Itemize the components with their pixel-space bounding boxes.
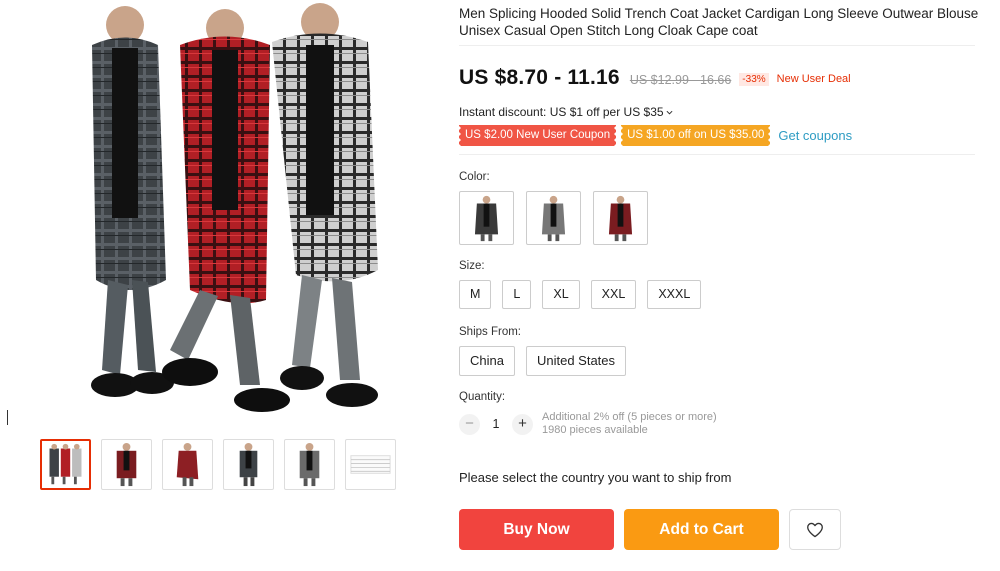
buy-now-button[interactable]: Buy Now [459,509,614,550]
black-coat-icon [474,195,499,242]
product-info-panel: Men Splicing Hooded Solid Trench Coat Ja… [459,0,979,550]
chevron-down-icon [666,110,673,115]
quantity-value[interactable]: 1 [480,417,512,431]
main-product-image[interactable] [40,0,400,425]
thumbnail-strip [40,439,396,490]
add-to-cart-button[interactable]: Add to Cart [624,509,779,550]
quantity-decrease-button[interactable]: − [459,413,480,435]
product-title: Men Splicing Hooded Solid Trench Coat Ja… [459,6,979,38]
coupon-row: US $2.00 New User Coupon US $1.00 off on… [459,125,979,146]
current-price: US $8.70 - 11.16 [459,66,620,89]
red-coat-icon [608,195,633,242]
size-options: M L XL XXL XXXL [459,280,979,309]
size-option-xl[interactable]: XL [542,280,580,309]
size-option-l[interactable]: L [502,280,532,309]
thumbnail-grey-front[interactable] [284,439,335,490]
size-option-xxxl[interactable]: XXXL [647,280,702,309]
original-price: US $12.99 - 16.66 [629,73,732,87]
thumbnail-red-side[interactable] [162,439,213,490]
quantity-stepper: − 1 + Additional 2% off (5 pieces or mor… [459,411,979,437]
color-options [459,191,979,245]
thumbnail-red-front[interactable] [101,439,152,490]
color-option-red[interactable] [593,191,648,245]
instant-discount-text: Instant discount: US $1 off per US $35 [459,105,664,119]
text-cursor [7,410,8,425]
grey-coat-icon [541,195,566,242]
discount-badge: -33% [739,73,769,86]
price-row: US $8.70 - 11.16 US $12.99 - 16.66 -33% … [459,66,979,92]
model-red-coat [162,9,290,412]
get-coupons-link[interactable]: Get coupons [778,128,852,143]
divider [459,45,975,46]
wishlist-button[interactable] [789,509,841,550]
model-black-coat [91,6,174,397]
instant-discount[interactable]: Instant discount: US $1 off per US $35 [459,105,979,119]
color-label: Color: [459,171,490,183]
quantity-increase-button[interactable]: + [512,413,533,435]
coupon-store[interactable]: US $1.00 off on US $35.00 [621,125,771,146]
new-user-deal-label: New User Deal [776,73,851,85]
ships-from-united-states[interactable]: United States [525,346,627,376]
ships-from-label: Ships From: [459,326,521,338]
quantity-note: Additional 2% off (5 pieces or more) 198… [542,411,717,437]
ship-country-message: Please select the country you want to sh… [459,470,732,485]
action-buttons: Buy Now Add to Cart [459,509,979,550]
size-option-m[interactable]: M [459,280,492,309]
thumbnail-all-colors[interactable] [40,439,91,490]
size-label: Size: [459,260,485,272]
thumbnail-size-chart[interactable] [345,439,396,490]
model-grey-coat [272,3,378,407]
heart-icon [807,522,823,537]
size-option-xxl[interactable]: XXL [590,280,637,309]
coupon-new-user[interactable]: US $2.00 New User Coupon [459,125,617,146]
color-option-grey[interactable] [526,191,581,245]
quantity-label: Quantity: [459,391,506,403]
ships-from-china[interactable]: China [459,346,515,376]
divider [459,154,975,155]
thumbnail-black-front[interactable] [223,439,274,490]
bulk-discount-note: Additional 2% off (5 pieces or more) [542,411,717,423]
ships-from-options: China United States [459,346,979,376]
color-option-black[interactable] [459,191,514,245]
stock-available-note: 1980 pieces available [542,424,648,436]
